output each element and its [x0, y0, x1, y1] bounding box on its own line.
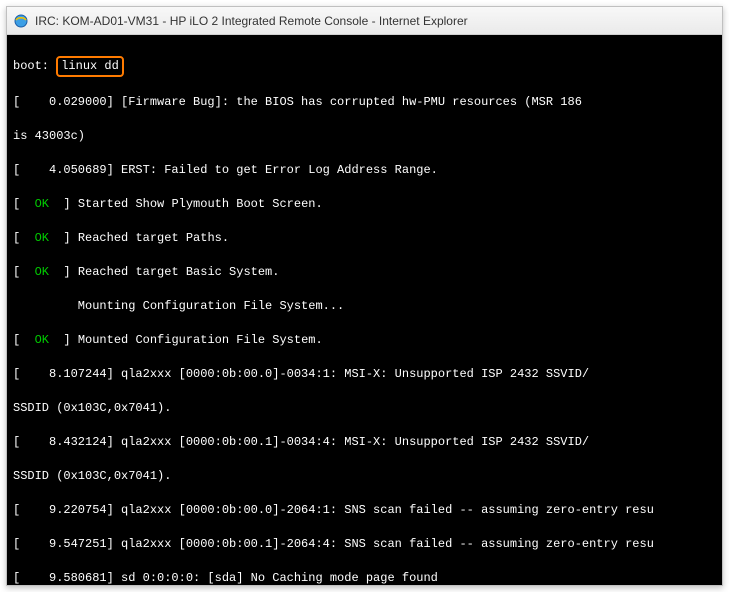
- log-line: is 43003c): [13, 128, 716, 145]
- ok-tag: OK: [35, 265, 49, 279]
- log-ok-line: [ OK ] Mounted Configuration File System…: [13, 332, 716, 349]
- log-line: SSDID (0x103C,0x7041).: [13, 468, 716, 485]
- ie-window: IRC: KOM-AD01-VM31 - HP iLO 2 Integrated…: [6, 6, 723, 586]
- log-line: [ 9.580681] sd 0:0:0:0: [sda] No Caching…: [13, 570, 716, 585]
- log-line: [ 9.220754] qla2xxx [0000:0b:00.0]-2064:…: [13, 502, 716, 519]
- boot-prompt: boot:: [13, 59, 56, 73]
- window-titlebar[interactable]: IRC: KOM-AD01-VM31 - HP iLO 2 Integrated…: [7, 7, 722, 35]
- log-line: [ 4.050689] ERST: Failed to get Error Lo…: [13, 162, 716, 179]
- log-ok-line: [ OK ] Reached target Paths.: [13, 230, 716, 247]
- log-line: [ 9.547251] qla2xxx [0000:0b:00.1]-2064:…: [13, 536, 716, 553]
- log-ok-line: [ OK ] Started Show Plymouth Boot Screen…: [13, 196, 716, 213]
- window-title: IRC: KOM-AD01-VM31 - HP iLO 2 Integrated…: [35, 14, 468, 28]
- log-line: [ 0.029000] [Firmware Bug]: the BIOS has…: [13, 94, 716, 111]
- log-line: Mounting Configuration File System...: [13, 298, 716, 315]
- log-line: [ 8.432124] qla2xxx [0000:0b:00.1]-0034:…: [13, 434, 716, 451]
- log-ok-line: [ OK ] Reached target Basic System.: [13, 264, 716, 281]
- log-line: SSDID (0x103C,0x7041).: [13, 400, 716, 417]
- ok-tag: OK: [35, 197, 49, 211]
- ok-tag: OK: [35, 231, 49, 245]
- ie-icon: [13, 13, 29, 29]
- log-line: [ 8.107244] qla2xxx [0000:0b:00.0]-0034:…: [13, 366, 716, 383]
- remote-console-terminal[interactable]: boot: linux dd [ 0.029000] [Firmware Bug…: [7, 35, 722, 585]
- boot-command-highlight: linux dd: [56, 56, 124, 77]
- ok-tag: OK: [35, 333, 49, 347]
